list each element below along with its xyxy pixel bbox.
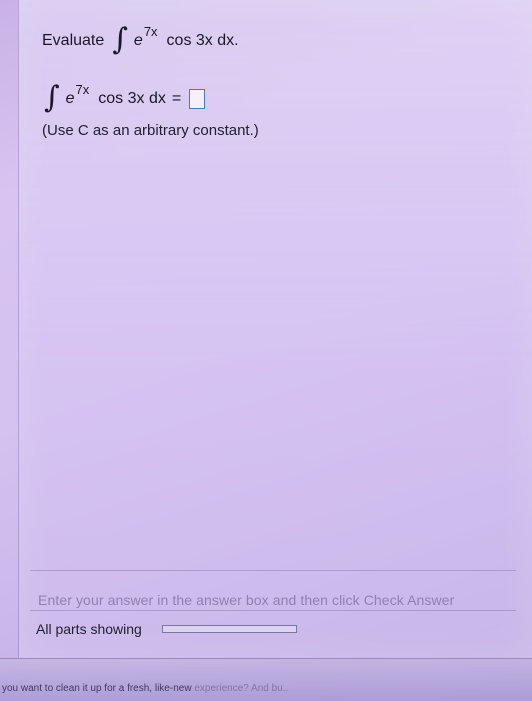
footer-band: you want to clean it up for a fresh, lik… — [0, 658, 532, 701]
question-trig-part: cos 3x dx. — [166, 32, 239, 49]
answer-input-box[interactable] — [189, 89, 206, 109]
bottom-divider — [30, 610, 516, 611]
answer-row: ∫ e 7x cos 3x dx = — [42, 80, 206, 115]
footer-text-main: you want to clean it up for a fresh, lik… — [2, 683, 195, 694]
parts-label: All parts showing — [36, 621, 142, 637]
parts-row: All parts showing — [36, 621, 297, 637]
question-exp-base: e — [133, 32, 143, 49]
answer-exp-base: e — [65, 90, 75, 107]
answer-trig-part: cos 3x dx — [98, 90, 166, 107]
integral-icon: ∫ — [112, 22, 128, 57]
answer-integral-icon: ∫ — [44, 80, 60, 115]
parts-progress-bar — [161, 625, 297, 633]
footer-text-fade: experience? And bu.. — [194, 683, 289, 694]
footer-text: you want to clean it up for a fresh, lik… — [2, 683, 288, 694]
screen: Evaluate ∫ e 7x cos 3x dx. ∫ e 7x cos 3x… — [0, 0, 532, 701]
answer-exponential: e 7x — [65, 82, 90, 108]
question-prefix: Evaluate — [42, 32, 105, 49]
instruction-text: Enter your answer in the answer box and … — [38, 592, 455, 608]
constant-note: (Use C as an arbitrary constant.) — [42, 122, 259, 139]
answer-equals: = — [171, 90, 182, 107]
answer-exp-power: 7x — [75, 82, 90, 97]
top-divider — [30, 570, 516, 571]
question-row: Evaluate ∫ e 7x cos 3x dx. — [42, 24, 239, 58]
question-exp-power: 7x — [143, 24, 158, 39]
question-exponential: e 7x — [133, 24, 158, 50]
